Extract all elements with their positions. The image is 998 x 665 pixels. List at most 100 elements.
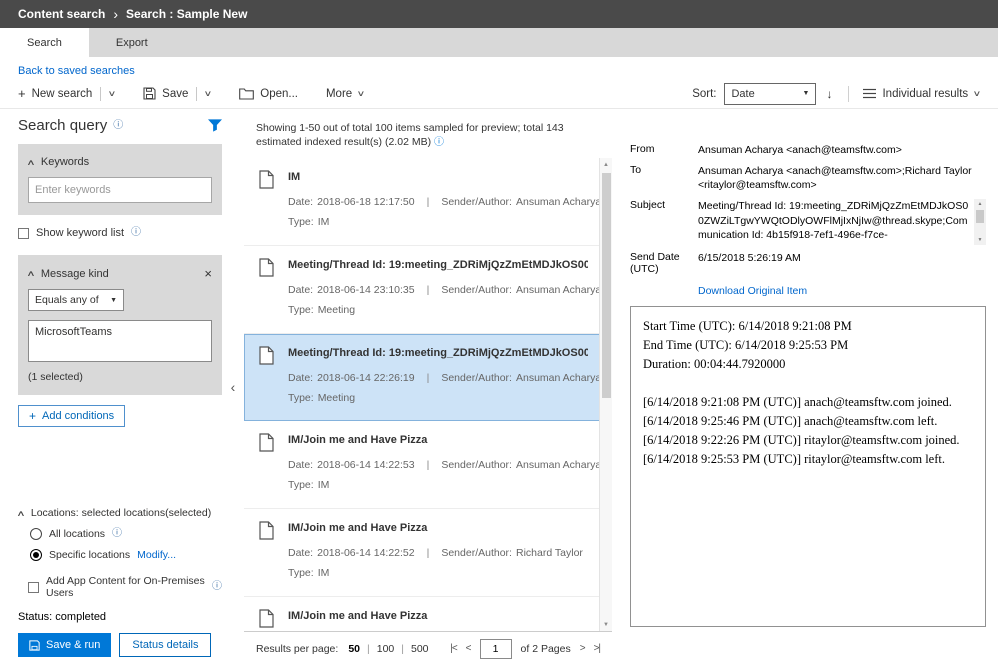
info-icon[interactable]: ⓘ [112,529,122,539]
meta-separator: | [426,459,430,472]
item-type-row: Type: Meeting [288,304,588,316]
individual-results-button[interactable]: Individual results ∨ [863,88,982,100]
message-kind-section-header[interactable]: ∧ Message kind × [26,267,212,280]
info-icon[interactable]: ⓘ [113,120,123,131]
action-buttons-row: Save & run Status details [18,633,222,665]
more-button[interactable]: More ∨ [326,88,366,100]
list-item[interactable]: IM/Join me and Have Pizza Date: 2018-06-… [244,597,612,631]
subject-label: Subject [630,199,666,212]
info-icon[interactable]: ⓘ [434,137,444,148]
close-icon[interactable]: × [204,267,212,280]
folder-icon [239,87,255,100]
scroll-up-icon[interactable]: ▲ [600,158,612,171]
results-panel: Showing 1-50 out of total 100 items samp… [244,109,612,665]
list-item-selected[interactable]: Meeting/Thread Id: 19:meeting_ZDRiMjQzZm… [244,334,612,422]
item-title: IM [288,171,301,184]
per-page-option-100[interactable]: 100 [377,643,395,655]
type-label: Type: [288,479,314,492]
on-prem-checkbox-row[interactable]: Add App Content for On-Premises Users ⓘ [28,575,222,599]
keywords-input[interactable] [28,177,212,203]
subject-scrollbar[interactable]: ▲ ▼ [974,199,986,246]
collapse-up-icon: ∧ [26,157,36,167]
breadcrumb-root[interactable]: Content search [18,7,105,21]
meta-separator: | [426,372,430,385]
scrollbar-thumb[interactable] [976,210,984,224]
chevron-down-icon[interactable]: ∨ [204,89,213,98]
scrollbar-thumb[interactable] [601,173,611,399]
breadcrumb-chevron-icon: › [113,5,119,22]
open-button[interactable]: Open... [239,88,298,100]
list-item[interactable]: IM/Join me and Have Pizza Date: 2018-06-… [244,509,612,598]
list-item[interactable]: IM Date: 2018-06-18 12:17:50 | Sender/Au… [244,158,612,247]
item-type-row: Type: Meeting [288,392,588,404]
send-date-label: Send Date (UTC) [630,251,680,276]
per-page-option-50[interactable]: 50 [348,643,360,655]
item-sender: Ansuman Acharya [515,196,602,209]
sender-label: Sender/Author: [441,196,512,209]
info-icon[interactable]: ⓘ [212,582,222,592]
all-locations-radio[interactable] [30,528,42,540]
locations-title: Locations: selected locations(selected) [30,507,212,519]
new-search-button[interactable]: + New search ∨ [18,86,117,101]
content-search-app: Content search › Search : Sample New Sea… [0,0,998,665]
back-to-saved-searches-link[interactable]: Back to saved searches [18,65,135,77]
show-keyword-list-label: Show keyword list [36,227,125,239]
specific-locations-radio-row[interactable]: Specific locations Modify... [30,549,222,561]
next-page-button[interactable]: > [580,643,586,654]
status-details-button[interactable]: Status details [119,633,212,657]
add-conditions-button[interactable]: + Add conditions [18,405,126,427]
info-icon[interactable]: ⓘ [131,228,141,238]
item-title: IM/Join me and Have Pizza [288,434,428,447]
on-prem-checkbox[interactable] [28,581,39,593]
save-icon [143,87,156,100]
keywords-title: Keywords [40,156,90,168]
message-kind-title: Message kind [40,267,109,280]
meta-separator: | [426,196,430,209]
chevron-down-icon: ∨ [972,89,982,98]
search-query-panel: Search query ⓘ ∧ Keywords Show keyword l… [16,109,222,665]
save-button[interactable]: Save ∨ [143,86,213,101]
locations-section-header[interactable]: ∧ Locations: selected locations(selected… [16,507,222,519]
condition-operator-dropdown[interactable]: Equals any of ▼ [28,289,124,311]
sort-direction-icon[interactable]: ↓ [826,87,832,101]
keywords-section-header[interactable]: ∧ Keywords [26,156,212,168]
item-date: 2018-06-14 23:10:35 [317,284,415,297]
list-item[interactable]: Meeting/Thread Id: 19:meeting_ZDRiMjQzZm… [244,246,612,335]
sort-dropdown[interactable]: Date ▼ [724,82,817,105]
collapse-left-icon: ‹ [230,379,236,395]
condition-value-input[interactable]: MicrosoftTeams [28,320,212,362]
list-item[interactable]: IM/Join me and Have Pizza Date: 2018-06-… [244,421,612,510]
chevron-down-icon[interactable]: ∨ [108,89,117,98]
plus-icon: + [18,86,26,101]
modify-locations-link[interactable]: Modify... [137,549,176,561]
scroll-up-icon[interactable]: ▲ [978,199,983,209]
tab-search[interactable]: Search [0,28,89,57]
tab-export[interactable]: Export [89,28,175,57]
prev-page-button[interactable]: < [466,643,472,654]
page-number-input[interactable] [479,638,512,659]
save-and-run-button[interactable]: Save & run [18,633,112,657]
item-date: 2018-06-14 14:22:53 [317,459,415,472]
item-meta: Date: 2018-06-14 23:10:35 | Sender/Autho… [288,284,601,297]
chevron-down-icon: ∨ [356,89,366,98]
item-preview-panel: From Ansuman Acharya <anach@teamsftw.com… [612,109,998,665]
collapse-panel-handle[interactable]: ‹ [222,109,244,665]
option-divider: | [367,642,370,655]
query-builder-icon[interactable] [208,119,222,132]
date-label: Date: [288,459,314,472]
subject-field: Meeting/Thread Id: 19:meeting_ZDRiMjQzZm… [698,199,986,246]
show-keyword-list-checkbox[interactable] [18,227,29,239]
specific-locations-radio[interactable] [30,549,42,561]
sender-label: Sender/Author: [441,459,512,472]
all-locations-radio-row[interactable]: All locations ⓘ [30,528,222,540]
show-keyword-list-row[interactable]: Show keyword list ⓘ [18,227,222,239]
last-page-button[interactable]: >| [594,643,602,654]
download-original-item-link[interactable]: Download Original Item [698,285,986,297]
scroll-down-icon[interactable]: ▼ [978,235,983,245]
scroll-down-icon[interactable]: ▼ [600,618,612,631]
per-page-option-500[interactable]: 500 [411,643,429,655]
option-divider: | [401,642,404,655]
results-scrollbar[interactable]: ▲ ▼ [599,158,612,631]
first-page-button[interactable]: |< [450,643,458,654]
item-sender: Richard Taylor [515,547,583,560]
